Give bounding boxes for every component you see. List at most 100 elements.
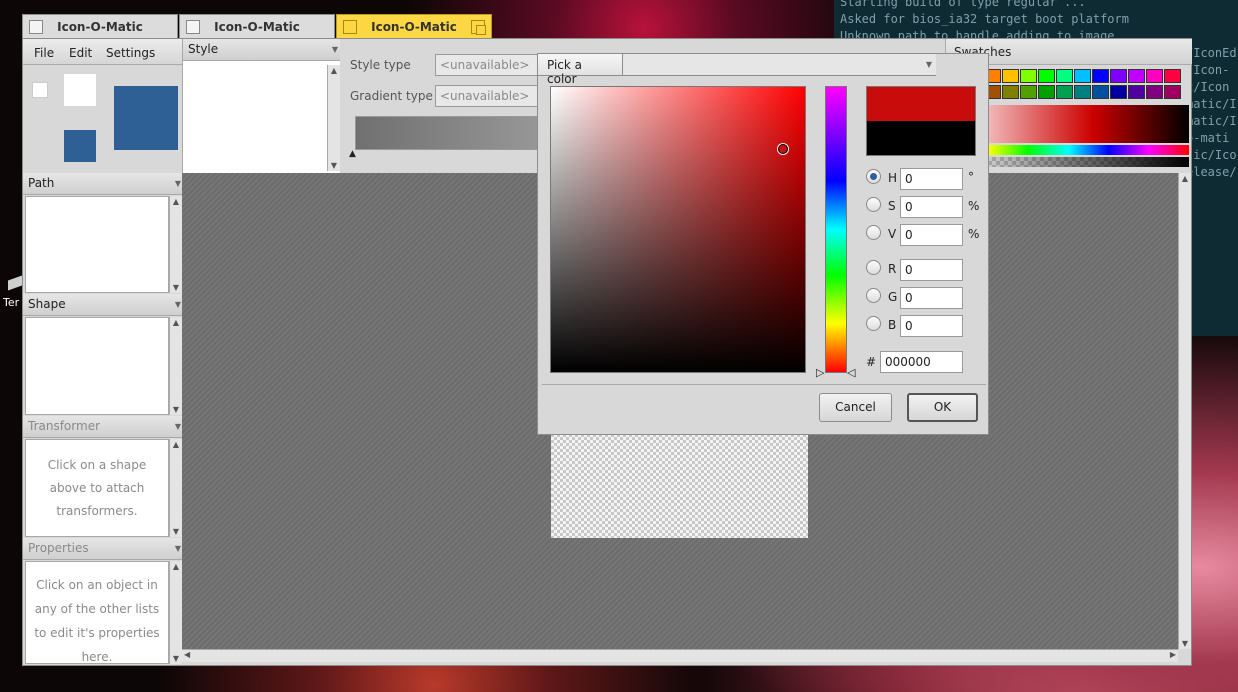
color-swatch[interactable] bbox=[1020, 85, 1037, 99]
desktop-icon-label: Ter bbox=[3, 296, 20, 309]
dropdown-arrow-icon[interactable]: ▼ bbox=[332, 45, 338, 54]
canvas-vertical-scrollbar[interactable]: ▲ ▼ bbox=[1178, 173, 1191, 649]
window-tab-3[interactable]: Icon-O-Matic bbox=[336, 14, 492, 39]
hex-label: # bbox=[866, 355, 877, 369]
saturation-value-field[interactable] bbox=[550, 86, 806, 373]
color-swatch[interactable] bbox=[1020, 69, 1037, 83]
color-cursor-icon[interactable] bbox=[778, 144, 788, 154]
color-swatch[interactable] bbox=[1128, 85, 1145, 99]
transformer-list[interactable]: Click on a shape above to attach transfo… bbox=[25, 439, 169, 537]
scroll-right-icon[interactable]: ▶ bbox=[1170, 650, 1176, 659]
properties-scrollbar[interactable]: ▲ ▼ bbox=[169, 561, 182, 664]
hue-radio[interactable] bbox=[866, 169, 881, 184]
scroll-down-icon[interactable]: ▼ bbox=[328, 161, 340, 170]
saturation-input[interactable]: 0 bbox=[900, 196, 963, 218]
icon-preview-32-dark bbox=[64, 130, 96, 162]
hue-right-arrow-icon[interactable]: ◁ bbox=[847, 366, 855, 379]
color-swatch[interactable] bbox=[1164, 85, 1181, 99]
window-tab-title: Icon-O-Matic bbox=[214, 20, 300, 34]
saturation-radio[interactable] bbox=[866, 197, 881, 212]
window-tab-2[interactable]: Icon-O-Matic bbox=[179, 14, 335, 39]
color-swatch[interactable] bbox=[1056, 69, 1073, 83]
shape-list-scrollbar[interactable]: ▲ ▼ bbox=[169, 317, 182, 415]
shape-header[interactable]: Shape ▼ bbox=[23, 294, 183, 316]
green-radio[interactable] bbox=[866, 288, 881, 303]
menu-file[interactable]: File bbox=[34, 46, 54, 60]
hue-bar[interactable] bbox=[825, 86, 847, 373]
color-swatch[interactable] bbox=[1056, 85, 1073, 99]
path-list-scrollbar[interactable]: ▲ ▼ bbox=[169, 196, 182, 293]
style-list[interactable]: Style ▼ ▲ ▼ bbox=[182, 39, 340, 173]
color-swatch[interactable] bbox=[1164, 69, 1181, 83]
gradient-type-select[interactable]: <unavailable> bbox=[435, 85, 545, 107]
ok-button[interactable]: OK bbox=[907, 393, 978, 422]
properties-header[interactable]: Properties ▼ bbox=[23, 538, 183, 560]
dropdown-arrow-icon[interactable]: ▼ bbox=[175, 544, 181, 553]
scroll-down-icon[interactable]: ▼ bbox=[170, 654, 182, 663]
value-input[interactable]: 0 bbox=[900, 224, 963, 246]
path-panel: Path ▼ ▲ ▼ bbox=[23, 173, 183, 294]
hue-left-arrow-icon[interactable]: ▷ bbox=[816, 366, 824, 379]
transformer-list-scrollbar[interactable]: ▲ ▼ bbox=[169, 439, 182, 537]
style-list-header[interactable]: Style ▼ bbox=[183, 39, 340, 61]
red-input[interactable]: 0 bbox=[900, 259, 963, 281]
canvas-horizontal-scrollbar[interactable]: ◀ ▶ bbox=[182, 649, 1178, 662]
color-swatch[interactable] bbox=[1092, 69, 1109, 83]
dropdown-arrow-icon[interactable]: ▼ bbox=[175, 422, 181, 431]
value-radio[interactable] bbox=[866, 225, 881, 240]
color-swatch[interactable] bbox=[1110, 69, 1127, 83]
menu-settings[interactable]: Settings bbox=[106, 46, 155, 60]
gradient-preview[interactable] bbox=[355, 116, 555, 150]
menu-edit[interactable]: Edit bbox=[69, 46, 92, 60]
properties-panel: Properties ▼ Click on an object in any o… bbox=[23, 538, 183, 665]
scroll-down-icon[interactable]: ▼ bbox=[170, 527, 182, 536]
transformer-header[interactable]: Transformer ▼ bbox=[23, 416, 183, 438]
color-swatch[interactable] bbox=[1146, 69, 1163, 83]
window-tab-title: Icon-O-Matic bbox=[371, 20, 457, 34]
color-swatch[interactable] bbox=[1128, 69, 1145, 83]
color-swatch[interactable] bbox=[1038, 85, 1055, 99]
style-list-scrollbar[interactable]: ▲ ▼ bbox=[327, 65, 340, 171]
zoom-icon[interactable] bbox=[471, 20, 486, 35]
color-swatch[interactable] bbox=[1074, 69, 1091, 83]
color-preview bbox=[866, 86, 976, 156]
color-swatch[interactable] bbox=[1002, 85, 1019, 99]
color-swatch[interactable] bbox=[1110, 85, 1127, 99]
scroll-down-icon[interactable]: ▼ bbox=[170, 405, 182, 414]
window-tab-1[interactable]: Icon-O-Matic bbox=[22, 14, 178, 39]
hex-input[interactable]: 000000 bbox=[880, 351, 963, 373]
red-radio[interactable] bbox=[866, 260, 881, 275]
dropdown-arrow-icon[interactable]: ▼ bbox=[175, 300, 181, 309]
color-picker-title-tab[interactable]: Pick a color bbox=[538, 54, 623, 86]
properties-list[interactable]: Click on an object in any of the other l… bbox=[25, 561, 169, 664]
dropdown-arrow-icon[interactable]: ▼ bbox=[175, 179, 181, 188]
style-type-select[interactable]: <unavailable> bbox=[435, 54, 545, 76]
scroll-up-icon[interactable]: ▲ bbox=[1179, 174, 1191, 183]
blue-radio[interactable] bbox=[866, 316, 881, 331]
cancel-button[interactable]: Cancel bbox=[819, 393, 892, 422]
color-swatch[interactable] bbox=[1074, 85, 1091, 99]
path-header[interactable]: Path ▼ bbox=[23, 173, 183, 195]
hue-input[interactable]: 0 bbox=[900, 168, 963, 190]
shape-list[interactable] bbox=[25, 317, 169, 415]
color-swatch[interactable] bbox=[1146, 85, 1163, 99]
color-swatch[interactable] bbox=[1092, 85, 1109, 99]
dropdown-arrow-icon[interactable]: ▼ bbox=[926, 60, 932, 69]
scroll-up-icon[interactable]: ▲ bbox=[170, 318, 182, 327]
terminal-desktop-icon[interactable] bbox=[8, 275, 22, 291]
properties-title: Properties bbox=[28, 541, 89, 555]
green-input[interactable]: 0 bbox=[900, 287, 963, 309]
scroll-up-icon[interactable]: ▲ bbox=[328, 66, 340, 75]
gradient-stop-icon[interactable]: ▲ bbox=[349, 149, 356, 159]
color-swatch[interactable] bbox=[1038, 69, 1055, 83]
path-list[interactable] bbox=[25, 196, 169, 293]
color-swatch[interactable] bbox=[1002, 69, 1019, 83]
scroll-down-icon[interactable]: ▼ bbox=[170, 283, 182, 292]
scroll-up-icon[interactable]: ▲ bbox=[170, 562, 182, 571]
old-color-swatch bbox=[867, 87, 975, 121]
blue-input[interactable]: 0 bbox=[900, 315, 963, 337]
scroll-down-icon[interactable]: ▼ bbox=[1179, 639, 1191, 648]
scroll-up-icon[interactable]: ▲ bbox=[170, 440, 182, 449]
scroll-left-icon[interactable]: ◀ bbox=[184, 650, 190, 659]
scroll-up-icon[interactable]: ▲ bbox=[170, 197, 182, 206]
